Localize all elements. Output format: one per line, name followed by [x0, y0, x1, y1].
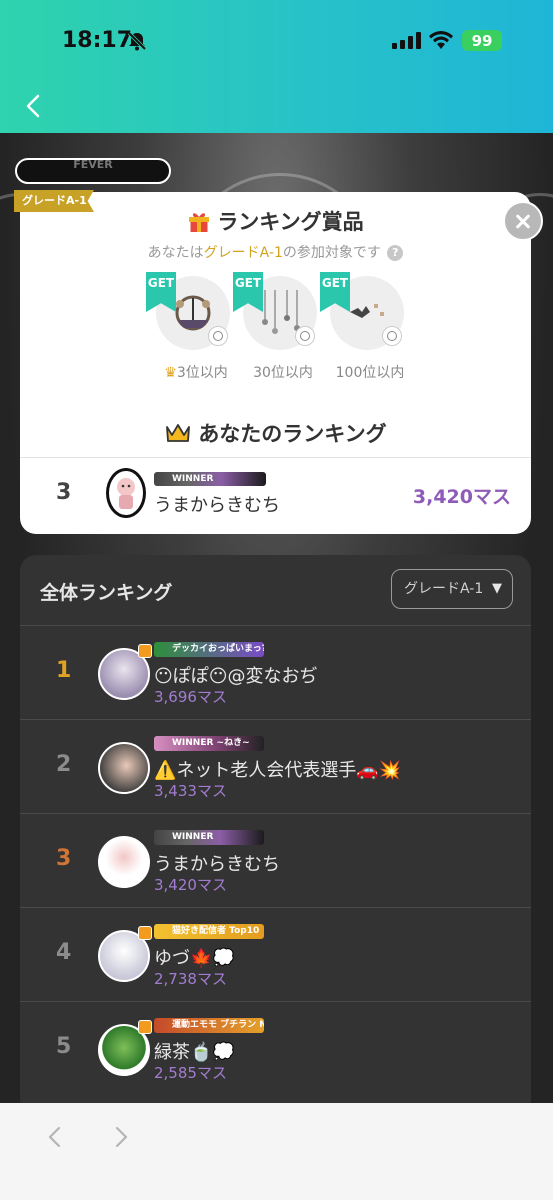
prize-title: ランキング賞品: [217, 210, 364, 234]
username: うまからきむち: [154, 854, 280, 875]
help-icon[interactable]: ?: [387, 245, 404, 261]
battery-indicator: 99: [462, 30, 502, 51]
title-badge: WINNER: [154, 830, 264, 845]
rank-number: 1: [56, 658, 72, 683]
status-time: 18:17: [62, 28, 133, 53]
ranking-row[interactable]: 2 WINNER ~ねき~ ⚠️ネット老人会代表選手🚗💥 3,433マス: [20, 719, 531, 813]
username: ⚠️ネット老人会代表選手🚗💥: [154, 760, 402, 781]
avatar-character-icon: [117, 478, 135, 509]
score: 2,738マス: [154, 970, 227, 988]
level-badge: [138, 926, 152, 940]
your-score: 3,420マス: [412, 486, 511, 508]
grade-select-dropdown[interactable]: グレードA-1 ▼: [391, 569, 513, 609]
overall-ranking-title: 全体ランキング: [40, 582, 173, 604]
eligibility-prefix: あなたは: [147, 245, 204, 261]
rank-number: 5: [56, 1034, 72, 1059]
chevron-left-icon[interactable]: [44, 1125, 66, 1149]
score: 3,433マス: [154, 782, 227, 800]
score: 2,585マス: [154, 1064, 227, 1082]
your-ranking-title: あなたのランキング: [198, 422, 387, 446]
cellular-signal-icon: [392, 31, 421, 49]
prize-header: ランキング賞品: [20, 206, 531, 236]
ranking-list: 1 デッカイおっぱいまっ? 😶ぽぽ😶@変なおぢ 3,696マス 2 WINNER…: [20, 625, 531, 1095]
zoom-icon[interactable]: [208, 326, 228, 346]
rank-number: 2: [56, 752, 72, 777]
title-badge: WINNER: [154, 472, 266, 486]
bell-off-icon: [127, 31, 147, 51]
ranking-row[interactable]: 1 デッカイおっぱいまっ? 😶ぽぽ😶@変なおぢ 3,696マス: [20, 625, 531, 719]
divider: [20, 457, 531, 458]
caret-down-icon: ▼: [492, 581, 502, 596]
username: 😶ぽぽ😶@変なおぢ: [154, 666, 318, 687]
eligibility-suffix: の参加対象です: [282, 245, 381, 261]
ranking-row[interactable]: 5 運動エモモ ブチラン No.1 緑茶🍵💭 2,585マス: [20, 1001, 531, 1095]
eligibility-grade: グレードA-1: [203, 245, 283, 261]
ranking-row[interactable]: 4 猫好き配信者 Top10 ゆづ🍁💭 2,738マス: [20, 907, 531, 1001]
fever-gauge: FEVER: [15, 158, 171, 184]
avatar[interactable]: [98, 742, 150, 794]
wifi-icon: [429, 31, 453, 49]
your-rank-number: 3: [56, 480, 72, 505]
prize-label: ♛3位以内: [146, 362, 246, 382]
title-badge: WINNER ~ねき~: [154, 736, 264, 751]
gift-icon: [189, 213, 210, 232]
chevron-right-icon[interactable]: [110, 1125, 132, 1149]
eligibility-text: あなたはグレードA-1の参加対象です ?: [20, 242, 531, 262]
title-badge: 運動エモモ ブチラン No.1: [154, 1018, 264, 1033]
overall-ranking-panel: 全体ランキング グレードA-1 ▼ 1 デッカイおっぱいまっ? 😶ぽぽ😶@変なお…: [20, 555, 531, 1115]
username: 緑茶🍵💭: [154, 1042, 235, 1063]
prize-label: 100位以内: [335, 365, 405, 381]
level-badge: [138, 1020, 152, 1034]
rank-number: 4: [56, 940, 72, 965]
zoom-icon[interactable]: [295, 326, 315, 346]
prize-label-text: 3位以内: [176, 365, 228, 381]
title-badge: 猫好き配信者 Top10: [154, 924, 264, 939]
grade-tag: グレードA-1: [14, 190, 94, 212]
avatar[interactable]: [106, 468, 146, 518]
your-username: うまからきむち: [154, 495, 280, 516]
grade-select-value: グレードA-1: [404, 581, 484, 597]
avatar[interactable]: [98, 836, 150, 888]
crown-small-icon: ♛: [164, 365, 177, 381]
chevron-left-icon[interactable]: [22, 92, 46, 120]
username: ゆづ🍁💭: [154, 948, 235, 969]
prize-card: ランキング賞品 あなたはグレードA-1の参加対象です ? GET ♛3位以内 G…: [20, 192, 531, 534]
score: 3,696マス: [154, 688, 227, 706]
score: 3,420マス: [154, 876, 227, 894]
title-badge: デッカイおっぱいまっ?: [154, 642, 264, 657]
close-button[interactable]: [503, 201, 543, 241]
prize-label: 30位以内: [253, 365, 313, 381]
crown-icon: [166, 424, 191, 442]
rank-number: 3: [56, 846, 72, 871]
level-badge: [138, 644, 152, 658]
your-ranking-header: あなたのランキング: [20, 418, 531, 448]
zoom-icon[interactable]: [382, 326, 402, 346]
ranking-row[interactable]: 3 WINNER うまからきむち 3,420マス: [20, 813, 531, 907]
bottom-toolbar: [0, 1103, 553, 1200]
top-bar: 18:17 99: [0, 0, 553, 133]
